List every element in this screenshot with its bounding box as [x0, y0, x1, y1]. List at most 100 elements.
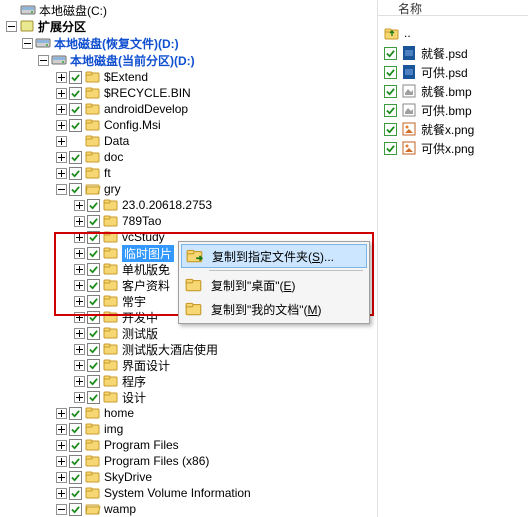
expand-toggle[interactable]	[74, 392, 85, 403]
tree-row[interactable]: ft	[2, 165, 377, 181]
tree-checkbox[interactable]	[69, 455, 82, 468]
folder-icon	[85, 453, 101, 469]
tree-row[interactable]: $Extend	[2, 69, 377, 85]
tree-row[interactable]: gry	[2, 181, 377, 197]
folder-icon	[103, 213, 119, 229]
tree-label: home	[104, 406, 134, 420]
folder-icon	[85, 117, 101, 133]
tree-row[interactable]: Config.Msi	[2, 117, 377, 133]
tree-checkbox[interactable]	[69, 423, 82, 436]
tree-row[interactable]: 本地磁盘(恢复文件)(D:)	[2, 35, 377, 51]
file-checkbox[interactable]	[384, 47, 397, 60]
tree-row[interactable]: 程序	[2, 373, 377, 389]
tree-row[interactable]: Program Files (x86)	[2, 453, 377, 469]
tree-row[interactable]: androidDevelop	[2, 101, 377, 117]
tree-checkbox[interactable]	[87, 199, 100, 212]
tree-checkbox[interactable]	[69, 471, 82, 484]
expand-toggle[interactable]	[56, 72, 67, 83]
tree-checkbox[interactable]	[69, 87, 82, 100]
tree-row[interactable]: 测试版大酒店使用	[2, 341, 377, 357]
menu-copy-to-folder[interactable]: 复制到指定文件夹(S)...	[181, 244, 367, 268]
tree-row[interactable]: 界面设计	[2, 357, 377, 373]
menu-copy-to-desktop[interactable]: 复制到"桌面"(E)	[181, 273, 367, 297]
tree-row[interactable]: wamp	[2, 501, 377, 517]
expand-toggle[interactable]	[56, 456, 67, 467]
expand-toggle[interactable]	[56, 472, 67, 483]
tree-row[interactable]: home	[2, 405, 377, 421]
expand-toggle[interactable]	[56, 488, 67, 499]
tree-checkbox[interactable]	[69, 103, 82, 116]
file-checkbox[interactable]	[384, 123, 397, 136]
tree-checkbox[interactable]	[87, 215, 100, 228]
tree-row[interactable]: 扩展分区	[2, 18, 377, 34]
menu-copy-to-documents[interactable]: 复制到"我的文档"(M)	[181, 297, 367, 321]
tree-checkbox[interactable]	[69, 167, 82, 180]
collapse-toggle[interactable]	[22, 38, 33, 49]
tree-row[interactable]: 23.0.20618.2753	[2, 197, 377, 213]
tree-checkbox[interactable]	[69, 503, 82, 516]
tree-row[interactable]: 测试版	[2, 325, 377, 341]
file-checkbox[interactable]	[384, 66, 397, 79]
expand-toggle[interactable]	[56, 104, 67, 115]
tree-row[interactable]: 本地磁盘(C:)	[2, 2, 377, 18]
expand-toggle[interactable]	[74, 200, 85, 211]
file-row[interactable]: 就餐.psd	[384, 44, 522, 62]
tree-row[interactable]: Program Files	[2, 437, 377, 453]
file-row[interactable]: 可供x.png	[384, 139, 522, 157]
expand-toggle[interactable]	[74, 360, 85, 371]
tree-row[interactable]: doc	[2, 149, 377, 165]
tree-checkbox[interactable]	[69, 407, 82, 420]
expand-toggle[interactable]	[74, 216, 85, 227]
expand-toggle[interactable]	[56, 440, 67, 451]
expand-toggle[interactable]	[56, 424, 67, 435]
file-row[interactable]: 可供.psd	[384, 63, 522, 81]
file-row[interactable]: 可供.bmp	[384, 101, 522, 119]
folder-icon	[103, 373, 119, 389]
tree-checkbox[interactable]	[69, 151, 82, 164]
file-checkbox[interactable]	[384, 85, 397, 98]
folder-icon	[85, 85, 101, 101]
tree-row[interactable]: $RECYCLE.BIN	[2, 85, 377, 101]
collapse-toggle[interactable]	[6, 21, 17, 32]
parent-folder-row[interactable]: ..	[384, 22, 522, 44]
collapse-toggle[interactable]	[56, 504, 67, 515]
expand-toggle[interactable]	[74, 328, 85, 339]
expand-toggle[interactable]	[56, 136, 67, 147]
expand-toggle[interactable]	[56, 152, 67, 163]
expand-toggle[interactable]	[56, 168, 67, 179]
tree-checkbox[interactable]	[69, 439, 82, 452]
file-row[interactable]: 就餐.bmp	[384, 82, 522, 100]
folder-icon	[19, 18, 35, 34]
collapse-toggle[interactable]	[38, 55, 49, 66]
tree-row[interactable]: Data	[2, 133, 377, 149]
tree-checkbox[interactable]	[69, 119, 82, 132]
tree-checkbox[interactable]	[87, 391, 100, 404]
tree-row[interactable]: 789Tao	[2, 213, 377, 229]
expand-toggle[interactable]	[56, 88, 67, 99]
expand-toggle[interactable]	[74, 376, 85, 387]
file-row[interactable]: 就餐x.png	[384, 120, 522, 138]
expand-toggle[interactable]	[56, 120, 67, 131]
tree-label: Program Files (x86)	[104, 454, 209, 468]
expand-toggle[interactable]	[74, 344, 85, 355]
tree-checkbox[interactable]	[69, 183, 82, 196]
tree-row[interactable]: 设计	[2, 389, 377, 405]
file-list: .. 就餐.psd可供.psd就餐.bmp可供.bmp就餐x.png可供x.pn…	[378, 16, 528, 164]
tree-checkbox[interactable]	[69, 487, 82, 500]
tree-checkbox[interactable]	[87, 375, 100, 388]
tree-checkbox[interactable]	[87, 327, 100, 340]
tree-row[interactable]: 本地磁盘(当前分区)(D:)	[2, 52, 377, 68]
tree-label: System Volume Information	[104, 486, 251, 500]
tree-row[interactable]: System Volume Information	[2, 485, 377, 501]
tree-row[interactable]: img	[2, 421, 377, 437]
expand-toggle[interactable]	[56, 408, 67, 419]
tree-label: 测试版大酒店使用	[122, 341, 218, 358]
tree-checkbox[interactable]	[87, 359, 100, 372]
file-checkbox[interactable]	[384, 104, 397, 117]
collapse-toggle[interactable]	[56, 184, 67, 195]
tree-row[interactable]: SkyDrive	[2, 469, 377, 485]
file-checkbox[interactable]	[384, 142, 397, 155]
tree-checkbox[interactable]	[69, 71, 82, 84]
tree-checkbox[interactable]	[87, 343, 100, 356]
column-header-name[interactable]: 名称	[378, 0, 528, 16]
